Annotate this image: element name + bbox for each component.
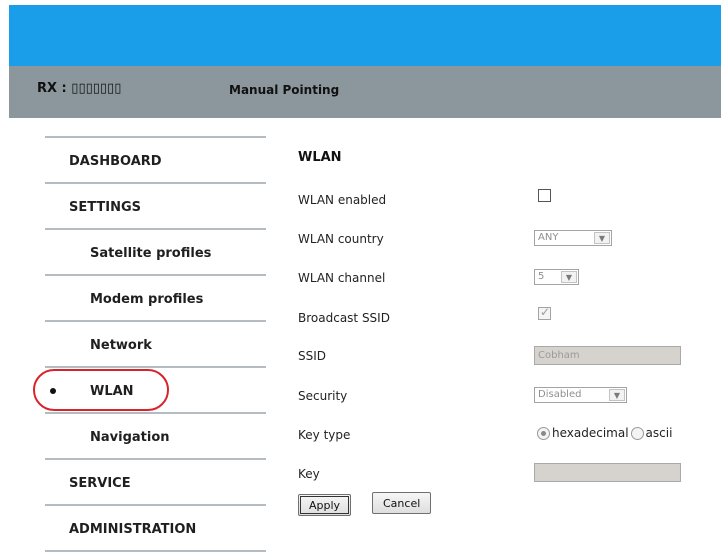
- ssid-input[interactable]: Cobham: [534, 346, 681, 365]
- chevron-down-icon: ▼: [594, 232, 610, 244]
- checkmark-icon: ✓: [540, 305, 551, 319]
- active-bullet-icon: [50, 388, 56, 394]
- radio-hexadecimal[interactable]: [537, 426, 550, 440]
- sidebar-item-label: WLAN: [90, 383, 134, 399]
- radio-label: hexadecimal: [552, 426, 629, 440]
- select-value: Disabled: [538, 389, 582, 400]
- sidebar-item-label: DASHBOARD: [69, 153, 162, 169]
- chevron-down-icon: ▼: [561, 271, 577, 283]
- sidebar-item-label: Network: [90, 337, 152, 353]
- wlan-channel-label: WLAN channel: [298, 271, 386, 285]
- sidebar-item-label: Satellite profiles: [90, 245, 212, 261]
- header-bar: RX : ▯▯▯▯▯▯▯ Manual Pointing: [9, 66, 721, 118]
- sidebar-item-wlan[interactable]: WLAN: [45, 368, 266, 412]
- radio-label: ascii: [645, 426, 673, 440]
- chevron-down-icon: ▼: [609, 389, 625, 401]
- ssid-label: SSID: [298, 349, 327, 363]
- sidebar-item-label: Navigation: [90, 429, 170, 445]
- select-value: ANY: [538, 232, 559, 243]
- sidebar-item-administration[interactable]: ADMINISTRATION: [45, 506, 266, 550]
- sidebar-item-navigation[interactable]: Navigation: [45, 414, 266, 458]
- ssid-value: Cobham: [538, 350, 580, 361]
- key-type-radio-group: hexadecimal ascii: [537, 426, 674, 440]
- key-input[interactable]: [534, 463, 681, 482]
- sidebar-item-modem-profiles[interactable]: Modem profiles: [45, 276, 266, 320]
- key-label: Key: [298, 467, 320, 481]
- top-banner: [9, 5, 721, 66]
- key-type-label: Key type: [298, 428, 351, 442]
- sidebar-item-label: Modem profiles: [90, 291, 204, 307]
- wlan-enabled-checkbox[interactable]: [538, 189, 551, 202]
- wlan-country-select[interactable]: ANY ▼: [534, 230, 612, 246]
- security-select[interactable]: Disabled ▼: [534, 387, 627, 403]
- sidebar-item-network[interactable]: Network: [45, 322, 266, 366]
- select-value: 5: [538, 271, 545, 282]
- sidebar-item-service[interactable]: SERVICE: [45, 460, 266, 504]
- sidebar-item-satellite-profiles[interactable]: Satellite profiles: [45, 230, 266, 274]
- apply-button[interactable]: Apply: [298, 494, 352, 516]
- page-name-link[interactable]: Manual Pointing: [229, 83, 339, 97]
- broadcast-ssid-checkbox[interactable]: ✓: [538, 305, 551, 320]
- radio-ascii[interactable]: [630, 426, 644, 440]
- rx-status-label: RX : ▯▯▯▯▯▯▯: [37, 81, 122, 96]
- sidebar-item-settings[interactable]: SETTINGS: [45, 184, 266, 228]
- broadcast-ssid-label: Broadcast SSID: [298, 311, 390, 325]
- sidebar-nav: DASHBOARD SETTINGS Satellite profiles Mo…: [45, 136, 266, 552]
- nav-divider: [45, 550, 266, 552]
- wlan-channel-select[interactable]: 5 ▼: [534, 269, 579, 285]
- sidebar-item-dashboard[interactable]: DASHBOARD: [45, 138, 266, 182]
- security-label: Security: [298, 389, 348, 403]
- form-title: WLAN: [298, 150, 342, 165]
- wlan-enabled-label: WLAN enabled: [298, 193, 387, 207]
- wlan-country-label: WLAN country: [298, 232, 384, 246]
- cancel-button[interactable]: Cancel: [372, 492, 432, 514]
- sidebar-item-label: SERVICE: [69, 475, 131, 491]
- sidebar-item-label: SETTINGS: [69, 199, 142, 215]
- sidebar-item-label: ADMINISTRATION: [69, 521, 197, 537]
